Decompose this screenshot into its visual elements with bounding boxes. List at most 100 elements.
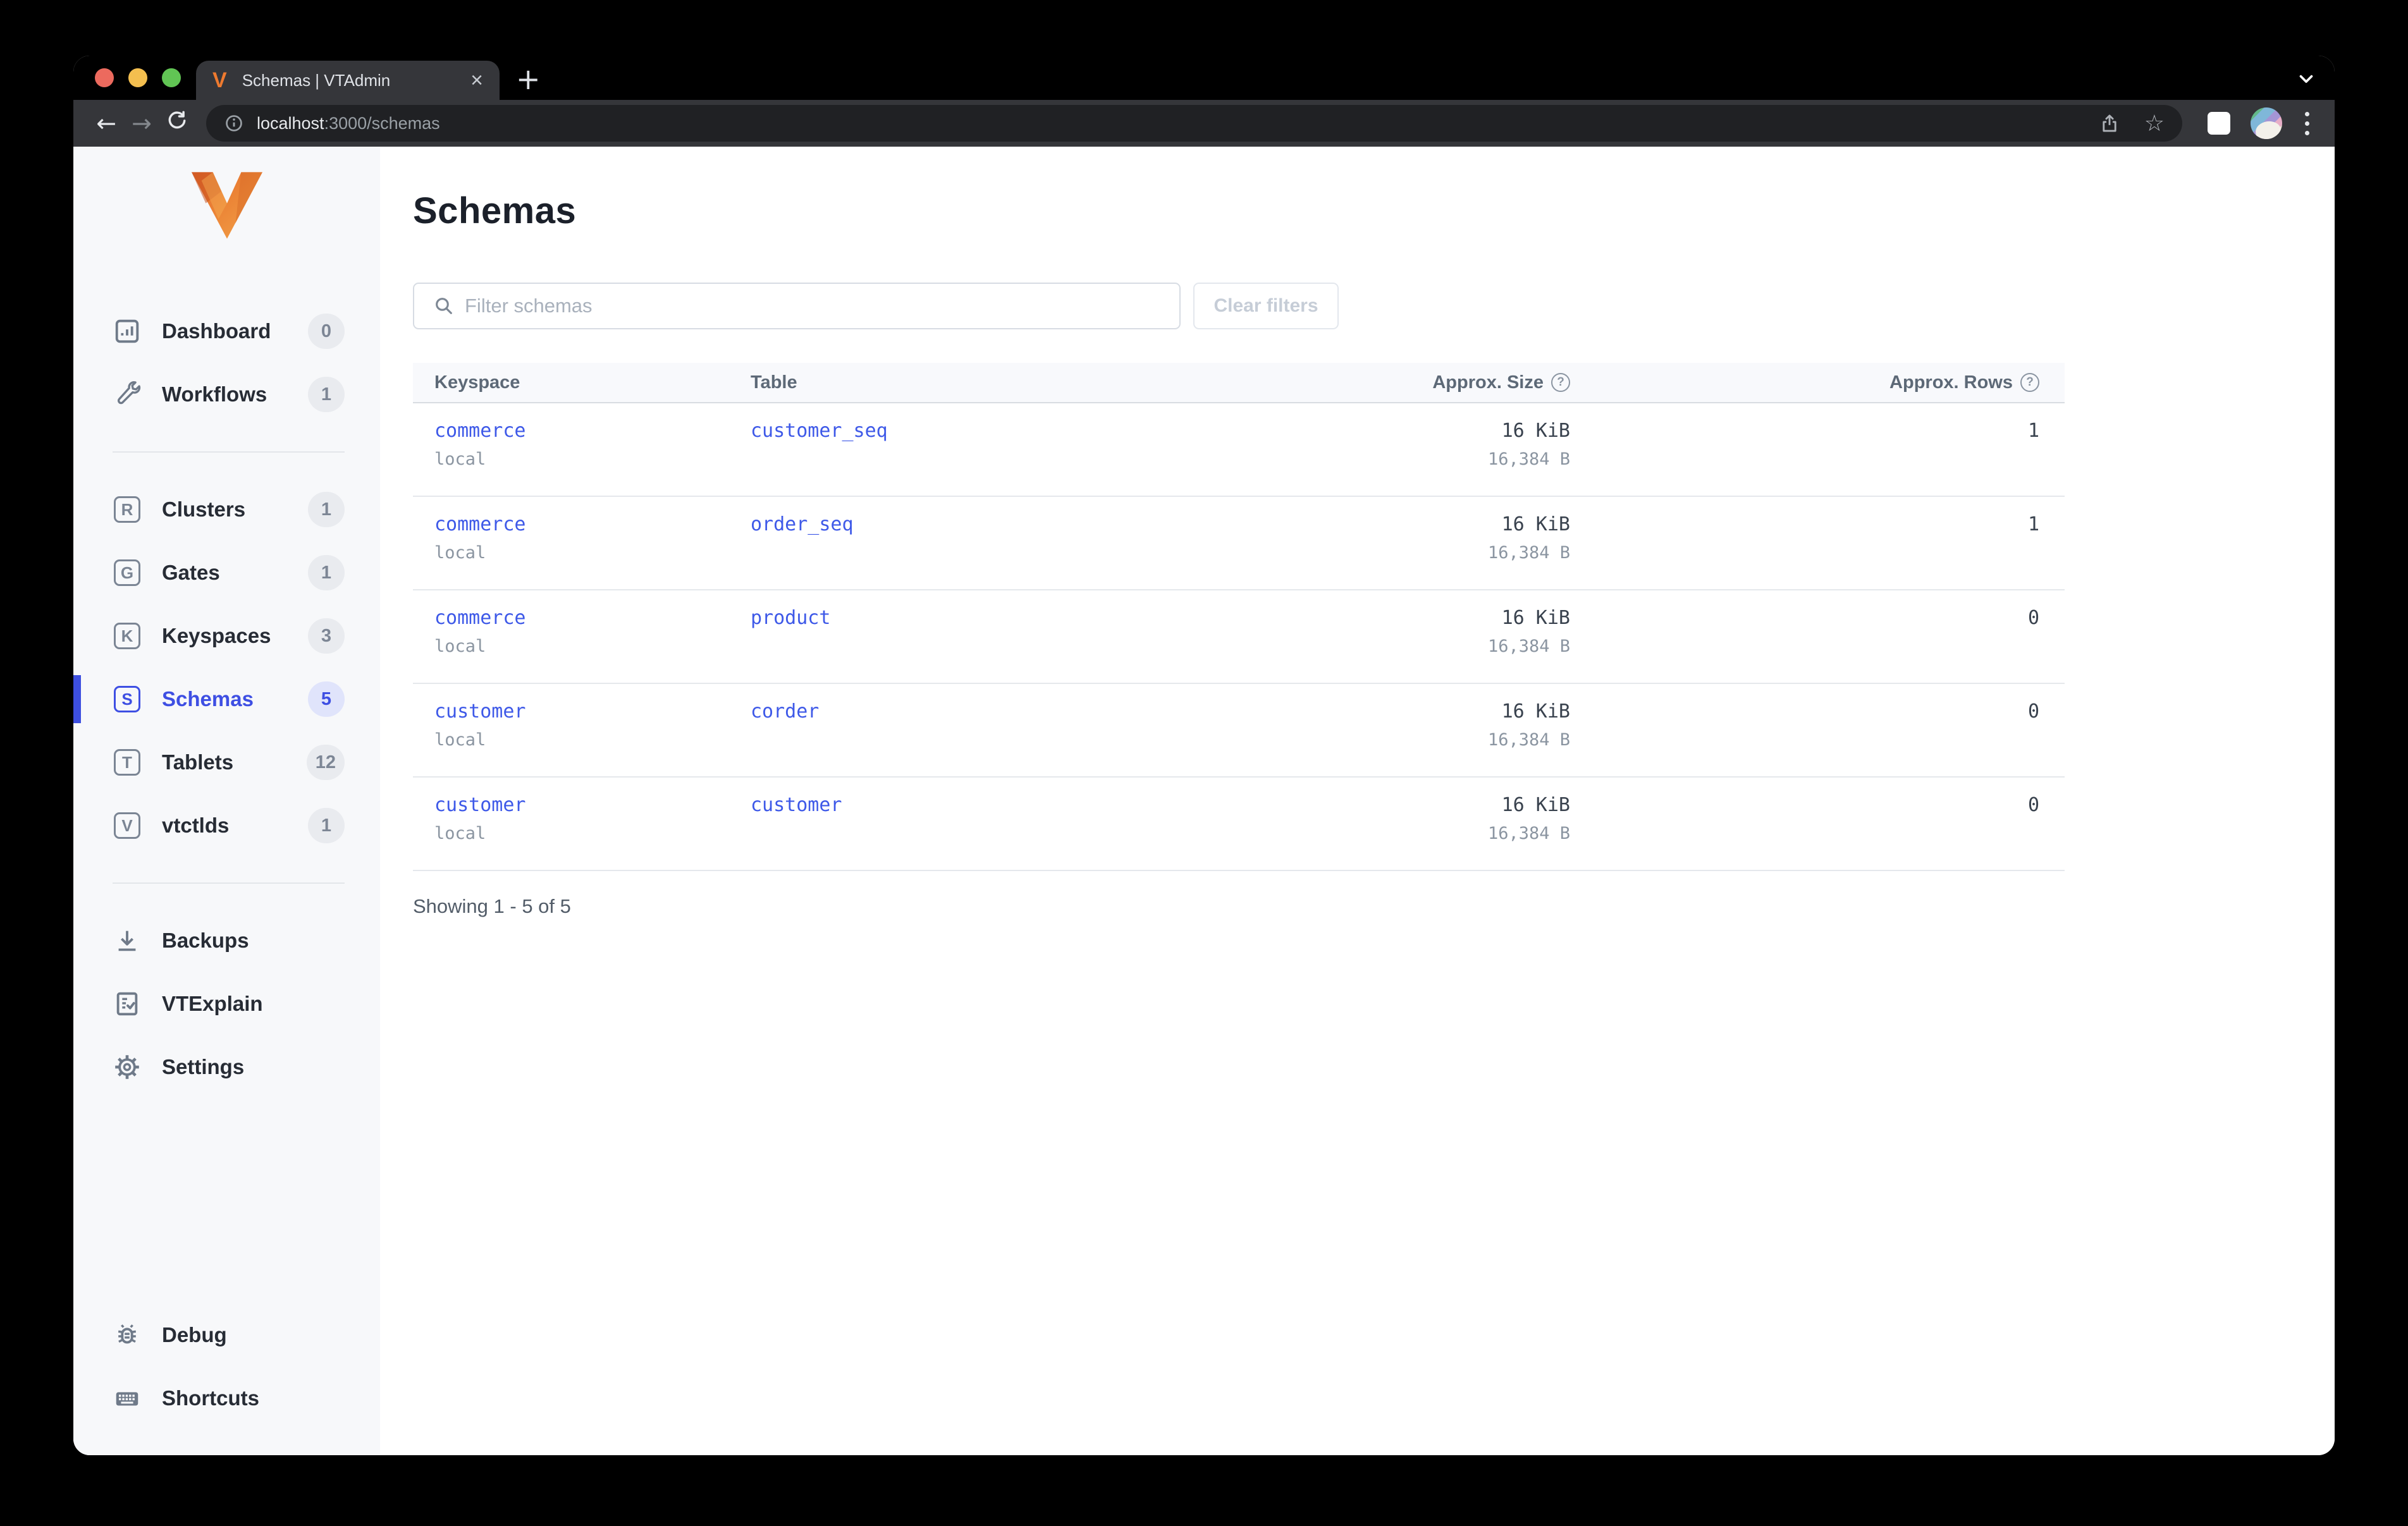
sidebar-item-keyspaces[interactable]: K Keyspaces 3 — [73, 604, 380, 668]
schemas-letter-icon: S — [114, 686, 140, 712]
approx-size: 16 KiB — [1501, 420, 1570, 442]
size-bytes: 16,384 B — [1487, 637, 1570, 656]
sidebar-item-label: Workflows — [162, 382, 267, 406]
help-icon[interactable]: ? — [1551, 373, 1570, 392]
approx-rows: 1 — [2027, 420, 2039, 442]
approx-size: 16 KiB — [1501, 607, 1570, 629]
gates-letter-icon: G — [114, 559, 140, 586]
sidebar-item-label: Shortcuts — [162, 1386, 260, 1410]
sidebar-item-vtctlds[interactable]: V vtctlds 1 — [73, 794, 380, 857]
site-info-icon[interactable] — [224, 113, 244, 133]
size-bytes: 16,384 B — [1487, 730, 1570, 750]
tab-close-icon[interactable]: × — [470, 70, 483, 91]
browser-toolbar: ← → localhost:3000/schemas ☆ — [73, 100, 2335, 147]
sidebar-item-gates[interactable]: G Gates 1 — [73, 541, 380, 604]
sidebar-item-settings[interactable]: Settings — [73, 1035, 380, 1099]
reload-button[interactable] — [159, 109, 195, 138]
keyspace-link[interactable]: customer — [434, 794, 751, 816]
table-link[interactable]: customer — [751, 794, 1320, 816]
url-text[interactable]: localhost:3000/schemas — [257, 114, 440, 133]
table-row: commerce local order_seq 16 KiB 16,384 B… — [413, 497, 2065, 590]
keyspace-link[interactable]: commerce — [434, 607, 751, 629]
table-row: commerce local customer_seq 16 KiB 16,38… — [413, 403, 2065, 497]
column-approx-size: Approx. Size ? — [1320, 372, 1570, 393]
approx-rows: 1 — [2027, 513, 2039, 535]
sidebar-item-dashboard[interactable]: Dashboard 0 — [73, 300, 380, 363]
sidebar-item-schemas[interactable]: S Schemas 5 — [73, 668, 380, 731]
vitess-favicon-icon: V — [212, 68, 227, 92]
sidebar-item-label: Tablets — [162, 750, 234, 774]
cluster-label: local — [434, 637, 486, 656]
column-keyspace: Keyspace — [434, 372, 520, 393]
size-bytes: 16,384 B — [1487, 543, 1570, 563]
approx-size: 16 KiB — [1501, 513, 1570, 535]
minimize-window-button[interactable] — [128, 68, 147, 87]
sidebar-item-label: Dashboard — [162, 319, 271, 343]
keyspace-link[interactable]: commerce — [434, 513, 751, 535]
sidebar-item-tablets[interactable]: T Tablets 12 — [73, 731, 380, 794]
keyspace-link[interactable]: commerce — [434, 420, 751, 442]
column-approx-rows: Approx. Rows ? — [1570, 372, 2039, 393]
sidebar-item-vtexplain[interactable]: VTExplain — [73, 972, 380, 1035]
sidebar-divider — [113, 882, 345, 884]
doc-check-icon — [113, 989, 142, 1018]
close-window-button[interactable] — [95, 68, 114, 87]
url-path: :3000/schemas — [324, 113, 440, 133]
results-summary: Showing 1 - 5 of 5 — [413, 895, 571, 917]
count-badge: 1 — [308, 808, 345, 843]
table-row: customer local customer 16 KiB 16,384 B … — [413, 778, 2065, 871]
cluster-label: local — [434, 543, 486, 563]
cluster-label: local — [434, 824, 486, 843]
clusters-letter-icon: R — [114, 496, 140, 523]
sidebar-nav: Dashboard 0 Workflows 1 R Clusters 1 G G… — [73, 300, 380, 1099]
gear-icon — [113, 1053, 142, 1082]
keyspaces-letter-icon: K — [114, 623, 140, 649]
sidebar-item-backups[interactable]: Backups — [73, 909, 380, 972]
count-badge: 0 — [308, 314, 345, 349]
count-badge: 1 — [308, 492, 345, 527]
table-row: customer local corder 16 KiB 16,384 B 0 — [413, 684, 2065, 778]
count-badge: 12 — [306, 745, 345, 780]
chevron-down-icon[interactable] — [2295, 68, 2317, 93]
profile-avatar[interactable] — [2251, 107, 2282, 139]
browser-tab[interactable]: V Schemas | VTAdmin × — [196, 61, 500, 100]
sidebar-item-shortcuts[interactable]: Shortcuts — [73, 1367, 380, 1430]
sidebar-divider — [113, 451, 345, 453]
share-icon[interactable] — [2099, 113, 2120, 134]
sidebar-item-label: Debug — [162, 1323, 227, 1346]
bookmark-star-icon[interactable]: ☆ — [2144, 111, 2165, 137]
sidebar-item-label: Gates — [162, 561, 220, 584]
sidebar-item-label: Settings — [162, 1055, 245, 1078]
sidebar-item-label: Schemas — [162, 687, 254, 711]
search-box — [413, 283, 1181, 329]
download-icon — [113, 926, 142, 955]
sidebar-item-label: VTExplain — [162, 992, 263, 1015]
size-bytes: 16,384 B — [1487, 449, 1570, 469]
new-tab-button[interactable]: + — [516, 62, 541, 96]
approx-size: 16 KiB — [1501, 700, 1570, 723]
clear-filters-button[interactable]: Clear filters — [1193, 283, 1339, 329]
table-link[interactable]: order_seq — [751, 513, 1320, 535]
sidebar: Dashboard 0 Workflows 1 R Clusters 1 G G… — [73, 147, 380, 1455]
table-link[interactable]: product — [751, 607, 1320, 629]
maximize-window-button[interactable] — [162, 68, 181, 87]
sidebar-item-clusters[interactable]: R Clusters 1 — [73, 478, 380, 541]
address-bar[interactable]: localhost:3000/schemas ☆ — [206, 105, 2182, 142]
table-link[interactable]: customer_seq — [751, 420, 1320, 442]
side-panel-icon[interactable] — [2208, 112, 2230, 135]
help-icon[interactable]: ? — [2020, 373, 2039, 392]
sidebar-item-label: Clusters — [162, 497, 246, 521]
keyspace-link[interactable]: customer — [434, 700, 751, 723]
sidebar-item-label: vtctlds — [162, 814, 230, 837]
bug-icon — [113, 1321, 142, 1350]
forward-button[interactable]: → — [124, 109, 159, 137]
search-input[interactable] — [413, 283, 1181, 329]
back-button[interactable]: ← — [89, 109, 124, 137]
browser-menu-icon[interactable] — [2305, 111, 2309, 135]
filter-row: Clear filters — [413, 283, 2335, 329]
keyboard-icon — [113, 1384, 142, 1413]
table-link[interactable]: corder — [751, 700, 1320, 723]
sidebar-item-debug[interactable]: Debug — [73, 1303, 380, 1367]
page-content: Dashboard 0 Workflows 1 R Clusters 1 G G… — [73, 147, 2335, 1455]
sidebar-item-workflows[interactable]: Workflows 1 — [73, 363, 380, 426]
